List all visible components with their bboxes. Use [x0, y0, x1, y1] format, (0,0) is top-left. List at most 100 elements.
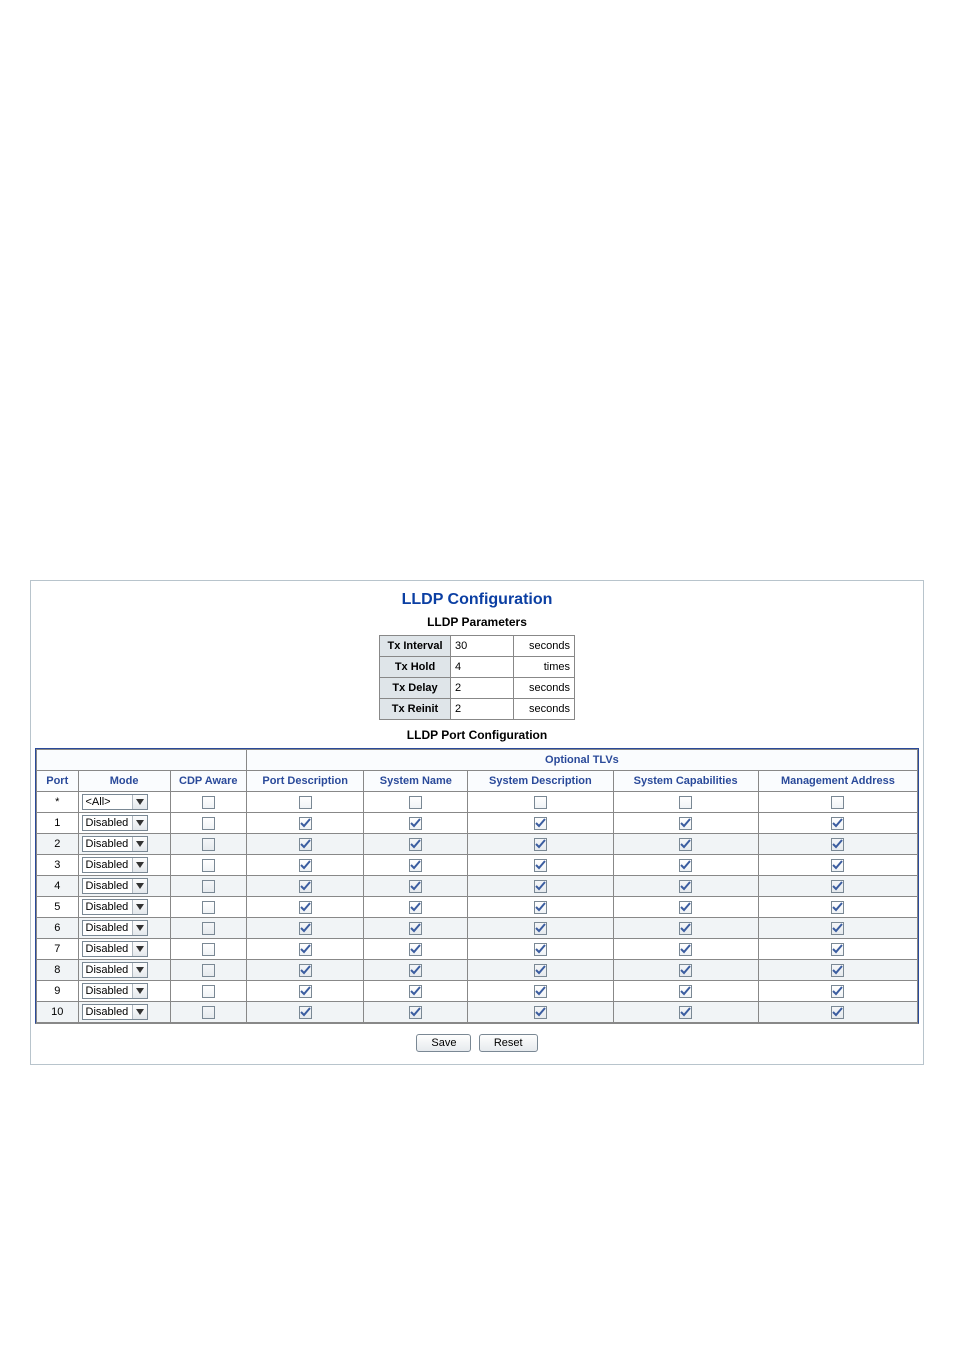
sys-desc-checkbox[interactable] [534, 922, 547, 935]
sys-cap-checkbox[interactable] [679, 880, 692, 893]
param-label: Tx Hold [380, 657, 451, 678]
sys-name-checkbox[interactable] [409, 943, 422, 956]
cdp-aware-checkbox[interactable] [202, 817, 215, 830]
cdp-aware-checkbox[interactable] [202, 985, 215, 998]
sys-name-checkbox[interactable] [409, 796, 422, 809]
sys-cap-checkbox[interactable] [679, 985, 692, 998]
mgmt-addr-checkbox[interactable] [831, 1006, 844, 1019]
sys-cap-checkbox[interactable] [679, 922, 692, 935]
checkbox-cell [468, 960, 613, 981]
sys-desc-checkbox[interactable] [534, 796, 547, 809]
sys-desc-checkbox[interactable] [534, 943, 547, 956]
sys-desc-checkbox[interactable] [534, 817, 547, 830]
sys-name-checkbox[interactable] [409, 880, 422, 893]
chevron-down-icon[interactable] [132, 858, 147, 872]
sys-name-checkbox[interactable] [409, 964, 422, 977]
cdp-aware-checkbox[interactable] [202, 796, 215, 809]
cdp-aware-checkbox[interactable] [202, 1006, 215, 1019]
mgmt-addr-checkbox[interactable] [831, 964, 844, 977]
sys-desc-checkbox[interactable] [534, 859, 547, 872]
sys-desc-checkbox[interactable] [534, 880, 547, 893]
params-title: LLDP Parameters [35, 615, 919, 629]
sys-name-checkbox[interactable] [409, 1006, 422, 1019]
sys-name-checkbox[interactable] [409, 985, 422, 998]
mode-select[interactable]: Disabled [82, 836, 148, 852]
chevron-down-icon[interactable] [132, 942, 147, 956]
param-input[interactable] [451, 658, 513, 676]
chevron-down-icon[interactable] [132, 816, 147, 830]
mode-select[interactable]: Disabled [82, 983, 148, 999]
mgmt-addr-checkbox[interactable] [831, 817, 844, 830]
chevron-down-icon[interactable] [132, 795, 147, 809]
mgmt-addr-checkbox[interactable] [831, 922, 844, 935]
sys-desc-checkbox[interactable] [534, 838, 547, 851]
sys-cap-checkbox[interactable] [679, 817, 692, 830]
mode-select[interactable]: Disabled [82, 920, 148, 936]
chevron-down-icon[interactable] [132, 1005, 147, 1019]
cdp-aware-checkbox[interactable] [202, 880, 215, 893]
mgmt-addr-checkbox[interactable] [831, 880, 844, 893]
sys-cap-checkbox[interactable] [679, 943, 692, 956]
chevron-down-icon[interactable] [132, 963, 147, 977]
mode-select[interactable]: Disabled [82, 941, 148, 957]
mode-select-label: Disabled [83, 921, 132, 935]
port-desc-checkbox[interactable] [299, 964, 312, 977]
port-desc-checkbox[interactable] [299, 880, 312, 893]
cdp-aware-checkbox[interactable] [202, 859, 215, 872]
mgmt-addr-checkbox[interactable] [831, 859, 844, 872]
mode-select[interactable]: Disabled [82, 878, 148, 894]
sys-name-checkbox[interactable] [409, 922, 422, 935]
mgmt-addr-checkbox[interactable] [831, 943, 844, 956]
mgmt-addr-checkbox[interactable] [831, 838, 844, 851]
sys-name-checkbox[interactable] [409, 817, 422, 830]
mgmt-addr-checkbox[interactable] [831, 796, 844, 809]
sys-name-checkbox[interactable] [409, 838, 422, 851]
sys-cap-checkbox[interactable] [679, 1006, 692, 1019]
sys-name-checkbox[interactable] [409, 859, 422, 872]
cdp-aware-checkbox[interactable] [202, 901, 215, 914]
param-input[interactable] [451, 679, 513, 697]
port-desc-checkbox[interactable] [299, 943, 312, 956]
cdp-aware-checkbox[interactable] [202, 922, 215, 935]
chevron-down-icon[interactable] [132, 879, 147, 893]
mode-select[interactable]: Disabled [82, 857, 148, 873]
port-desc-checkbox[interactable] [299, 859, 312, 872]
sys-cap-checkbox[interactable] [679, 859, 692, 872]
port-desc-checkbox[interactable] [299, 1006, 312, 1019]
param-input[interactable] [451, 700, 513, 718]
port-desc-checkbox[interactable] [299, 796, 312, 809]
mgmt-addr-checkbox[interactable] [831, 985, 844, 998]
port-desc-checkbox[interactable] [299, 901, 312, 914]
chevron-down-icon[interactable] [132, 837, 147, 851]
sys-cap-checkbox[interactable] [679, 901, 692, 914]
sys-desc-checkbox[interactable] [534, 985, 547, 998]
mgmt-addr-checkbox[interactable] [831, 901, 844, 914]
mode-select-label: Disabled [83, 1005, 132, 1019]
reset-button[interactable]: Reset [479, 1034, 538, 1052]
cdp-aware-checkbox[interactable] [202, 964, 215, 977]
port-desc-checkbox[interactable] [299, 922, 312, 935]
chevron-down-icon[interactable] [132, 921, 147, 935]
save-button[interactable]: Save [416, 1034, 471, 1052]
cdp-aware-checkbox[interactable] [202, 838, 215, 851]
mode-cell: Disabled [78, 918, 170, 939]
sys-cap-checkbox[interactable] [679, 838, 692, 851]
cdp-aware-checkbox[interactable] [202, 943, 215, 956]
mode-select[interactable]: Disabled [82, 815, 148, 831]
chevron-down-icon[interactable] [132, 900, 147, 914]
sys-cap-checkbox[interactable] [679, 796, 692, 809]
sys-cap-checkbox[interactable] [679, 964, 692, 977]
mode-select[interactable]: Disabled [82, 1004, 148, 1020]
port-desc-checkbox[interactable] [299, 817, 312, 830]
mode-select[interactable]: Disabled [82, 899, 148, 915]
chevron-down-icon[interactable] [132, 984, 147, 998]
sys-name-checkbox[interactable] [409, 901, 422, 914]
mode-select[interactable]: Disabled [82, 962, 148, 978]
sys-desc-checkbox[interactable] [534, 901, 547, 914]
sys-desc-checkbox[interactable] [534, 964, 547, 977]
param-input[interactable] [451, 637, 513, 655]
port-desc-checkbox[interactable] [299, 838, 312, 851]
port-desc-checkbox[interactable] [299, 985, 312, 998]
mode-select[interactable]: <All> [82, 794, 148, 810]
sys-desc-checkbox[interactable] [534, 1006, 547, 1019]
